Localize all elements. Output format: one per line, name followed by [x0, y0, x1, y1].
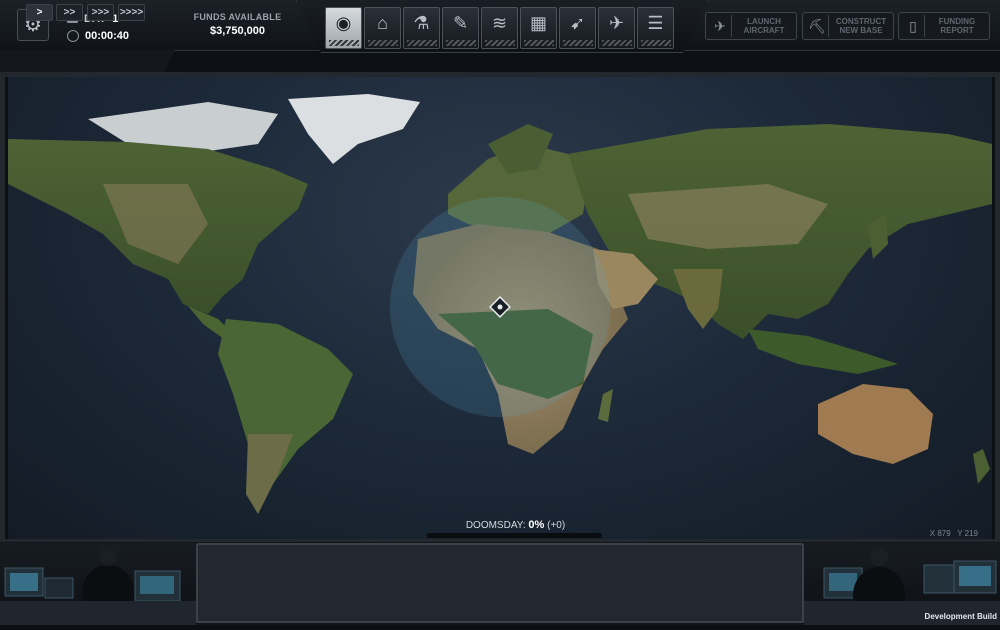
south-america-landmass [218, 319, 353, 514]
nav-tab-hangar[interactable]: ⌂ [364, 7, 401, 49]
geoscape-map[interactable] [8, 74, 992, 540]
speed-controls [0, 50, 175, 72]
coord-x: X 879 [929, 529, 951, 538]
crates-icon: ▦ [529, 13, 547, 33]
nav-tab-rifle[interactable]: ➹ [559, 7, 596, 49]
wrench-icon: ✎ [452, 13, 469, 33]
development-build-label: Development Build [924, 612, 997, 621]
speed-3-button[interactable]: >>> [87, 4, 114, 21]
nav-tab-stripe [562, 40, 593, 46]
report-icon: ▯ [902, 15, 925, 37]
launch-aircraft-label: LAUNCH AIRCRAFT [743, 17, 785, 35]
new-zealand-landmass [973, 449, 990, 484]
nav-tab-crates[interactable]: ▦ [520, 7, 557, 49]
documents-icon: ☰ [647, 13, 664, 33]
left-operator-illustration [0, 548, 196, 625]
rifle-icon: ➹ [569, 13, 586, 33]
doomsday-readout: DOOMSDAY: 0% (+0) [428, 519, 603, 531]
jet-icon: ✈ [608, 13, 625, 33]
doomsday-value: 0% [528, 519, 545, 531]
south-america-south [246, 434, 293, 514]
speed-1-button[interactable]: > [26, 4, 53, 21]
message-panel [196, 543, 804, 623]
nav-tab-stripe [445, 40, 476, 46]
world-map-svg [8, 94, 992, 514]
launch-aircraft-button[interactable]: ✈ LAUNCH AIRCRAFT [705, 12, 797, 40]
doomsday-progress-bar [427, 533, 602, 538]
globe-icon: ◉ [335, 13, 352, 33]
nav-tab-jet[interactable]: ✈ [598, 7, 635, 49]
funds-value: $3,750,000 [209, 25, 266, 37]
nav-tab-stripe [640, 40, 671, 46]
greenland-landmass [288, 94, 420, 164]
left-command-station [0, 543, 196, 625]
map-coordinates: X 879 Y 219 [930, 529, 978, 538]
nav-tab-stripe [328, 40, 359, 46]
madagascar-landmass [598, 389, 613, 422]
funds-display: FUNDS AVAILABLE $3,750,000 [190, 12, 285, 37]
nav-tab-stripe [484, 40, 515, 46]
construct-base-button[interactable]: ⛏ CONSTRUCT NEW BASE [802, 12, 894, 40]
plane-takeoff-icon: ✈ [709, 15, 732, 37]
funding-report-button[interactable]: ▯ FUNDING REPORT [898, 12, 990, 40]
hangar-icon: ⌂ [377, 13, 388, 33]
doomsday-delta: (+0) [547, 520, 566, 531]
doomsday-label: DOOMSDAY: [465, 520, 526, 531]
game-time: 00:00:40 [85, 29, 130, 42]
microscope-icon: ⚗ [413, 13, 430, 33]
clock-icon [67, 29, 79, 42]
coord-y: Y 219 [957, 529, 978, 538]
nav-tab-wrench[interactable]: ✎ [442, 7, 479, 49]
nav-tab-stripe [523, 40, 554, 46]
construct-base-label: CONSTRUCT NEW BASE [835, 17, 887, 35]
nav-tab-rank-chevrons[interactable]: ≋ [481, 7, 518, 49]
nav-tab-stripe [367, 40, 398, 46]
nav-tab-stripe [406, 40, 437, 46]
speed-2-button[interactable]: >> [56, 4, 83, 21]
nav-tab-documents[interactable]: ☰ [637, 7, 674, 49]
speed-4-button[interactable]: >>>> [118, 4, 145, 21]
excavator-icon: ⛏ [806, 15, 829, 37]
nav-tab-microscope[interactable]: ⚗ [403, 7, 440, 49]
nav-tab-stripe [601, 40, 632, 46]
funds-label: FUNDS AVAILABLE [193, 12, 282, 22]
rank-chevrons-icon: ≋ [491, 13, 508, 33]
nav-tab-globe[interactable]: ◉ [325, 7, 362, 49]
funding-report-label: FUNDING REPORT [938, 17, 976, 35]
indonesia-landmass [748, 329, 898, 374]
australia-landmass [818, 384, 933, 464]
